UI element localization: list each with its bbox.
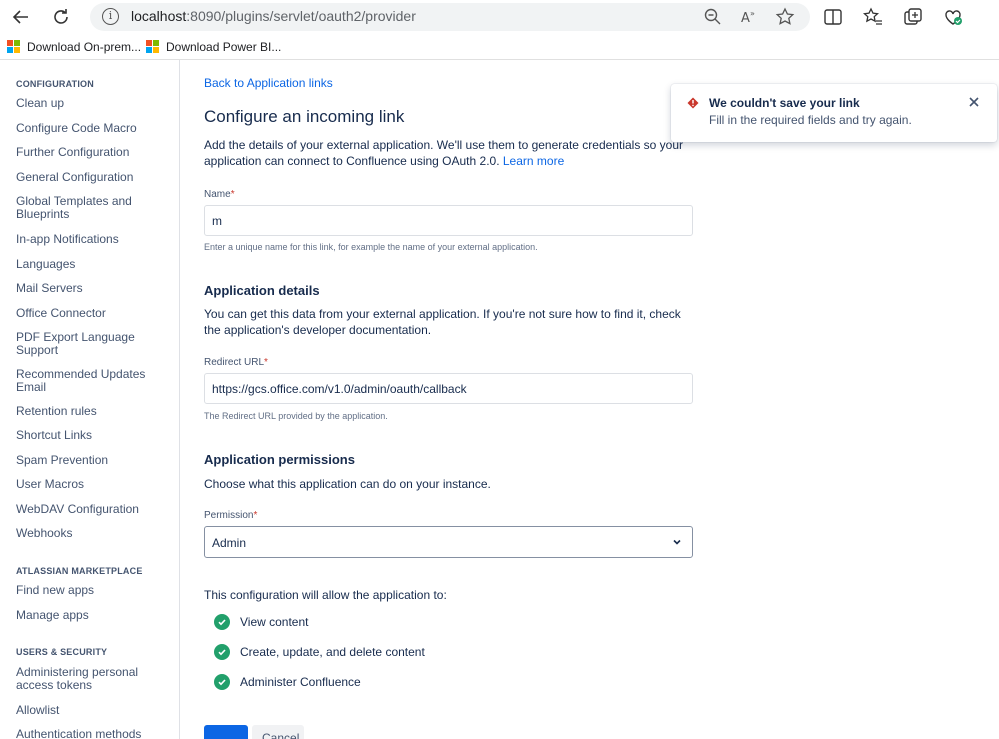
application-details-text: You can get this data from your external… bbox=[204, 307, 681, 337]
site-info-icon[interactable]: i bbox=[102, 8, 119, 25]
microsoft-logo-icon bbox=[7, 40, 21, 54]
sidebar-item[interactable]: Administering personal access tokens bbox=[16, 666, 166, 692]
zoom-icon[interactable] bbox=[702, 6, 724, 28]
chevron-down-icon bbox=[673, 539, 681, 545]
bookmark-label: Download Power BI... bbox=[166, 40, 282, 54]
application-permissions-heading: Application permissions bbox=[204, 452, 355, 467]
name-help-text: Enter a unique name for this link, for e… bbox=[204, 242, 538, 252]
sidebar-item[interactable]: Mail Servers bbox=[16, 282, 166, 295]
sidebar-item[interactable]: In-app Notifications bbox=[16, 233, 166, 246]
sidebar-item[interactable]: PDF Export Language Support bbox=[16, 331, 166, 357]
favorites-icon[interactable] bbox=[862, 6, 884, 28]
redirect-url-input[interactable] bbox=[204, 373, 693, 404]
permission-select[interactable]: Admin bbox=[204, 526, 693, 558]
learn-more-link[interactable]: Learn more bbox=[503, 154, 564, 168]
sidebar-item[interactable]: Manage apps bbox=[16, 609, 166, 622]
redirect-url-help-text: The Redirect URL provided by the applica… bbox=[204, 411, 388, 421]
sidebar-item[interactable]: Find new apps bbox=[16, 584, 166, 597]
name-input[interactable] bbox=[204, 205, 693, 236]
collections-icon[interactable] bbox=[902, 6, 924, 28]
save-button[interactable] bbox=[204, 725, 248, 739]
check-circle-icon bbox=[214, 644, 230, 660]
svg-text:A: A bbox=[741, 11, 750, 26]
error-icon bbox=[687, 97, 699, 109]
sidebar-item[interactable]: General Configuration bbox=[16, 171, 166, 184]
sidebar-item[interactable]: User Macros bbox=[16, 478, 166, 491]
favorite-star-icon[interactable] bbox=[774, 6, 796, 28]
sidebar-item[interactable]: Global Templates and Blueprints bbox=[16, 195, 166, 221]
permission-list-item: Create, update, and delete content bbox=[214, 644, 425, 660]
sidebar-item[interactable]: Clean up bbox=[16, 97, 166, 110]
name-label: Name* bbox=[204, 189, 235, 200]
sidebar-item[interactable]: Spam Prevention bbox=[16, 454, 166, 467]
check-circle-icon bbox=[214, 674, 230, 690]
check-circle-icon bbox=[214, 614, 230, 630]
permission-label: Permission* bbox=[204, 510, 258, 521]
sidebar-item[interactable]: Further Configuration bbox=[16, 146, 166, 159]
sidebar-item[interactable]: Configure Code Macro bbox=[16, 122, 166, 135]
svg-text:»: » bbox=[750, 9, 755, 18]
sidebar-item[interactable]: Retention rules bbox=[16, 405, 166, 418]
page-title: Configure an incoming link bbox=[204, 107, 405, 126]
sidebar-item[interactable]: Recommended Updates Email bbox=[16, 368, 166, 394]
sidebar-item[interactable]: Webhooks bbox=[16, 527, 166, 540]
allow-summary-heading: This configuration will allow the applic… bbox=[204, 588, 447, 602]
main-content: Back to Application links Configure an i… bbox=[180, 60, 999, 739]
refresh-icon[interactable] bbox=[50, 6, 72, 28]
bookmarks-bar: Download On-prem... Download Power BI... bbox=[0, 34, 999, 60]
cancel-button[interactable]: Cancel bbox=[252, 725, 304, 739]
sidebar-item[interactable]: Allowlist bbox=[16, 704, 166, 717]
bookmark-item[interactable]: Download Power BI... bbox=[146, 39, 281, 55]
sidebar-item[interactable]: Shortcut Links bbox=[16, 429, 166, 442]
application-permissions-text: Choose what this application can do on y… bbox=[204, 477, 491, 491]
sidebar-item[interactable]: Languages bbox=[16, 258, 166, 271]
browser-essentials-icon[interactable] bbox=[942, 6, 964, 28]
url-text[interactable]: localhost:8090/plugins/servlet/oauth2/pr… bbox=[131, 8, 416, 24]
sidebar-item[interactable]: Authentication methods bbox=[16, 728, 166, 739]
permission-list-item: Administer Confluence bbox=[214, 674, 361, 690]
browser-toolbar: i localhost:8090/plugins/servlet/oauth2/… bbox=[0, 0, 999, 34]
back-arrow-icon[interactable] bbox=[10, 6, 32, 28]
microsoft-logo-icon bbox=[146, 40, 160, 54]
sidebar-item[interactable]: Office Connector bbox=[16, 307, 166, 320]
close-icon[interactable] bbox=[968, 96, 980, 108]
redirect-url-label: Redirect URL* bbox=[204, 357, 268, 368]
application-details-heading: Application details bbox=[204, 283, 320, 298]
permission-list-item: View content bbox=[214, 614, 309, 630]
bookmark-label: Download On-prem... bbox=[27, 40, 142, 54]
split-screen-icon[interactable] bbox=[822, 6, 844, 28]
admin-sidebar: CONFIGURATION Clean up Configure Code Ma… bbox=[0, 60, 180, 739]
permission-selected-value: Admin bbox=[212, 536, 247, 550]
bookmark-item[interactable]: Download On-prem... bbox=[7, 39, 141, 55]
sidebar-heading: USERS & SECURITY bbox=[16, 647, 108, 657]
intro-text: Add the details of your external applica… bbox=[204, 138, 684, 168]
back-to-application-links-link[interactable]: Back to Application links bbox=[204, 76, 333, 90]
sidebar-item[interactable]: WebDAV Configuration bbox=[16, 503, 166, 516]
error-flag-description: Fill in the required fields and try agai… bbox=[709, 113, 912, 127]
sidebar-heading: CONFIGURATION bbox=[16, 79, 94, 89]
sidebar-heading: ATLASSIAN MARKETPLACE bbox=[16, 566, 143, 576]
error-flag: We couldn't save your link Fill in the r… bbox=[671, 84, 997, 142]
read-aloud-icon[interactable]: A» bbox=[738, 6, 760, 28]
error-flag-title: We couldn't save your link bbox=[709, 96, 860, 110]
